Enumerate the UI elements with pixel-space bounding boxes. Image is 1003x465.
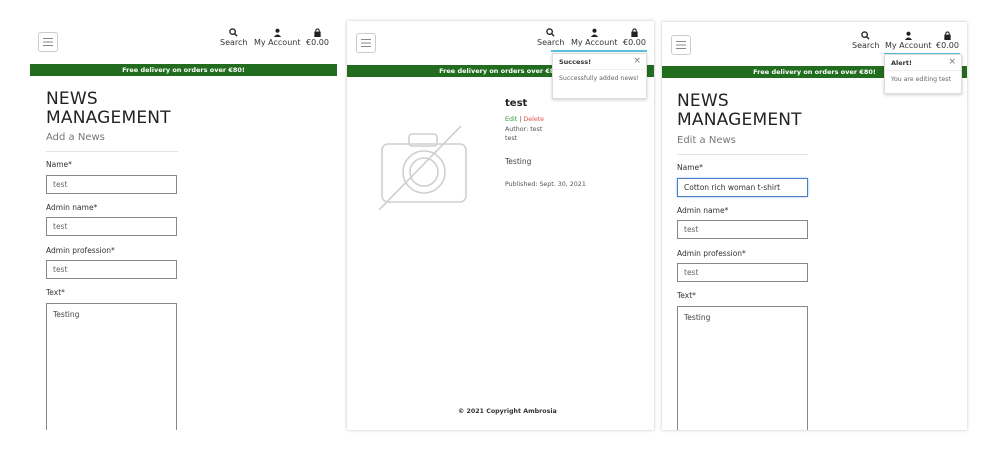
alert-toast-message: You are editing test — [891, 76, 951, 83]
page-title-line1: NEWS — [677, 91, 729, 111]
nav-search[interactable]: Search — [537, 28, 564, 47]
success-toast-message: Successfully added news! — [559, 75, 639, 82]
menu-icon — [676, 41, 686, 49]
search-icon — [229, 28, 238, 37]
user-icon — [904, 31, 912, 40]
title-divider — [46, 151, 178, 152]
nav-bag[interactable]: €0.00 — [306, 28, 329, 47]
admin-name-input[interactable]: test — [46, 217, 177, 236]
action-separator: | — [519, 116, 522, 123]
alert-toast: Alert! × You are editing test — [884, 54, 962, 94]
name-input-value: test — [53, 180, 68, 189]
admin-name-input-value: test — [53, 222, 68, 231]
admin-name-input[interactable]: test — [677, 220, 808, 239]
shopping-bag-icon — [314, 28, 321, 37]
name-input[interactable]: Cotton rich woman t-shirt — [677, 178, 808, 197]
admin-profession-input-value: test — [684, 268, 699, 277]
nav-search[interactable]: Search — [852, 31, 879, 50]
no-image-camera-icon — [379, 125, 467, 211]
nav-search[interactable]: Search — [220, 28, 247, 47]
menu-button[interactable] — [356, 33, 376, 53]
delete-news-link[interactable]: Delete — [523, 116, 544, 123]
title-divider — [677, 154, 808, 155]
panel-add-news: Search My Account €0.00 Free delivery on… — [30, 20, 337, 430]
success-toast-title: Success! — [559, 58, 592, 66]
user-icon — [590, 28, 598, 37]
nav-bag[interactable]: €0.00 — [623, 28, 646, 47]
admin-profession-label: Admin profession* — [677, 249, 746, 258]
free-delivery-banner: Free delivery on orders over €80! — [30, 64, 337, 76]
success-toast-close-icon[interactable]: × — [633, 56, 641, 66]
nav-account-label: My Account — [885, 41, 932, 50]
footer-copyright: © 2021 Copyright Ambrosia — [458, 408, 557, 415]
nav-search-label: Search — [537, 38, 565, 47]
admin-name-label: Admin name* — [46, 203, 98, 212]
page-title-line2: MANAGEMENT — [677, 110, 802, 130]
admin-profession-input[interactable]: test — [677, 263, 808, 282]
menu-icon — [361, 39, 371, 47]
text-textarea[interactable]: Testing — [677, 306, 808, 430]
alert-toast-close-icon[interactable]: × — [948, 57, 956, 67]
nav-bag-total: €0.00 — [623, 38, 646, 47]
nav-account-label: My Account — [254, 38, 301, 47]
nav-search-label: Search — [852, 41, 880, 50]
page-title-line2: MANAGEMENT — [46, 108, 171, 128]
news-title: test — [505, 98, 528, 109]
news-author: Author: test — [505, 126, 543, 133]
nav-bag-total: €0.00 — [936, 41, 959, 50]
shopping-bag-icon — [944, 31, 951, 40]
panel-news-detail: Search My Account €0.00 Free delivery on… — [347, 21, 654, 430]
edit-news-link[interactable]: Edit — [505, 116, 517, 123]
shopping-bag-icon — [631, 28, 638, 37]
navbar: Search My Account €0.00 — [30, 20, 337, 64]
name-input[interactable]: test — [46, 175, 177, 194]
news-author-profession: test — [505, 135, 518, 142]
nav-account[interactable]: My Account — [254, 28, 300, 47]
nav-bag[interactable]: €0.00 — [936, 31, 959, 50]
text-textarea-value: Testing — [53, 310, 80, 319]
alert-toast-title: Alert! — [891, 59, 912, 67]
text-textarea[interactable]: Testing — [46, 303, 177, 430]
panel-edit-news: Search My Account €0.00 Free delivery on… — [662, 22, 967, 430]
search-icon — [861, 31, 870, 40]
page-subtitle: Add a News — [46, 132, 105, 143]
name-label: Name* — [677, 163, 703, 172]
menu-button[interactable] — [671, 35, 691, 55]
nav-account[interactable]: My Account — [885, 31, 931, 50]
nav-account-label: My Account — [571, 38, 618, 47]
nav-bag-total: €0.00 — [306, 38, 329, 47]
menu-button[interactable] — [38, 32, 58, 52]
news-actions: Edit | Delete — [505, 116, 544, 123]
text-label: Text* — [677, 291, 696, 300]
news-published-date: Published: Sept. 30, 2021 — [505, 181, 586, 188]
name-label: Name* — [46, 160, 72, 169]
text-label: Text* — [46, 288, 65, 297]
nav-search-label: Search — [220, 38, 248, 47]
admin-name-input-value: test — [684, 225, 699, 234]
news-body: Testing — [505, 157, 532, 166]
account-active-underline — [551, 50, 647, 52]
page-title-line1: NEWS — [46, 89, 98, 109]
admin-profession-input[interactable]: test — [46, 260, 177, 279]
success-toast: Success! × Successfully added news! — [552, 53, 647, 99]
text-textarea-value: Testing — [684, 313, 711, 322]
admin-profession-label: Admin profession* — [46, 246, 115, 255]
user-icon — [273, 28, 281, 37]
page-subtitle: Edit a News — [677, 135, 736, 146]
search-icon — [546, 28, 555, 37]
menu-icon — [43, 38, 53, 46]
admin-name-label: Admin name* — [677, 206, 729, 215]
nav-account[interactable]: My Account — [571, 28, 617, 47]
admin-profession-input-value: test — [53, 265, 68, 274]
name-input-value: Cotton rich woman t-shirt — [684, 183, 781, 192]
